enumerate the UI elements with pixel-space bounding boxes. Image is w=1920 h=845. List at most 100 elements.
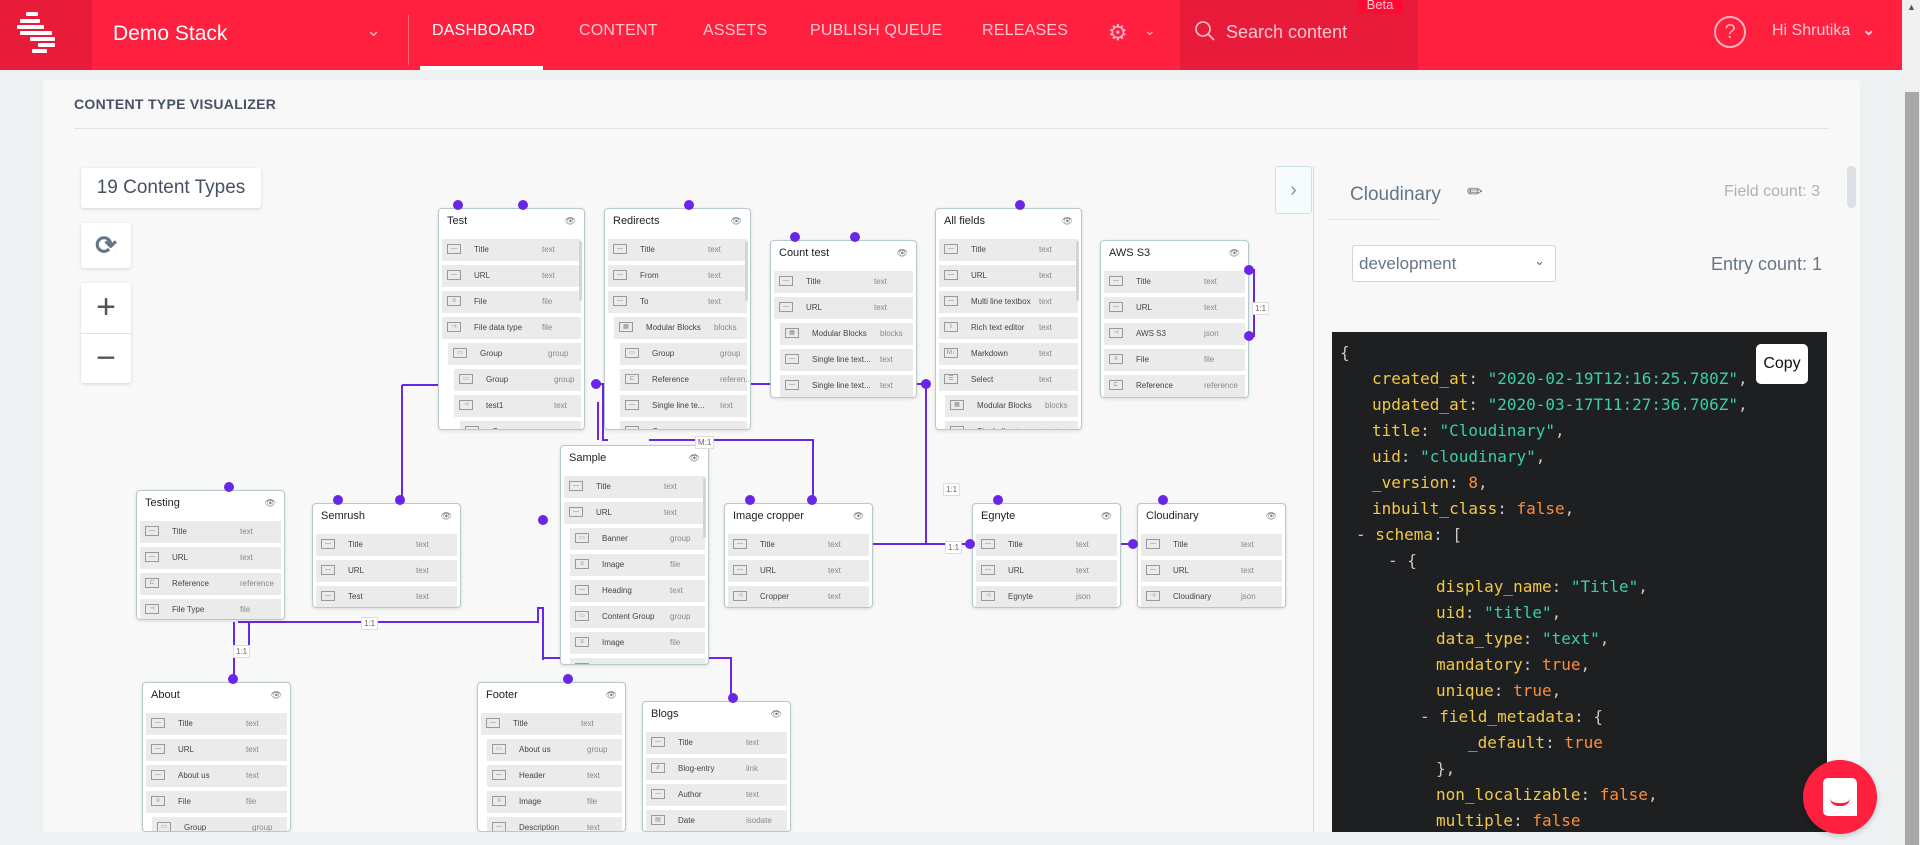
connector-dot[interactable]: [333, 495, 343, 505]
connector-dot[interactable]: [1128, 539, 1138, 549]
field-row[interactable]: —Titletext: [608, 239, 747, 261]
field-row[interactable]: ⊣ test1 text: [454, 395, 581, 417]
content-type-node[interactable]: Count test 👁 — Title text — URL text ▦ Modular Bl…: [770, 240, 917, 398]
eye-icon[interactable]: 👁: [689, 453, 700, 464]
field-row[interactable]: ▭Groupgroup: [460, 421, 581, 429]
field-row[interactable]: ≡ Image file: [570, 632, 705, 654]
field-row[interactable]: — URL text: [146, 739, 287, 761]
content-type-node[interactable]: Footer 👁 — Title text ▭ About us group — Header te…: [477, 682, 626, 832]
connector-dot[interactable]: [453, 200, 463, 210]
node-scrollbar[interactable]: [1076, 241, 1079, 301]
user-greeting[interactable]: Hi Shrutika: [1772, 22, 1850, 40]
content-type-node[interactable]: Redirects 👁 — Title text — From text — To text ▦ Mod…: [604, 208, 751, 430]
field-row[interactable]: — Multi line textbox text: [939, 291, 1078, 313]
content-type-node[interactable]: Semrush 👁 — Title text — URL text — Test text: [312, 503, 461, 608]
field-row[interactable]: — To text: [608, 291, 747, 313]
connector-dot[interactable]: [1244, 331, 1254, 341]
content-type-node[interactable]: Sample 👁 — Title text — URL text ▭ Banner group ≡ Im…: [560, 445, 709, 665]
connector-dot[interactable]: [850, 232, 860, 242]
connector-dot[interactable]: [965, 539, 975, 549]
connector-dot[interactable]: [395, 495, 405, 505]
field-row[interactable]: — URL text: [774, 297, 913, 319]
field-row[interactable]: ∂ Blog-entry link: [646, 758, 787, 780]
eye-icon[interactable]: 👁: [853, 511, 864, 522]
connector-dot[interactable]: [591, 379, 601, 389]
field-row[interactable]: ▭Groupgroup: [454, 369, 581, 391]
user-menu-chevron-icon[interactable]: ⌄: [1862, 20, 1875, 40]
field-row[interactable]: ⊣ Cropper text: [728, 586, 869, 607]
field-row[interactable]: — From text: [608, 265, 747, 287]
field-row[interactable]: ▭ Banner group: [570, 528, 705, 550]
field-row[interactable]: — URL text: [316, 560, 457, 582]
copy-button[interactable]: Copy: [1756, 344, 1808, 384]
field-row[interactable]: —Titletext: [1141, 534, 1282, 556]
field-row[interactable]: — Heading text: [570, 580, 705, 602]
field-row[interactable]: —Titletext: [570, 658, 705, 664]
field-row[interactable]: ≡ Image file: [487, 791, 622, 813]
field-row[interactable]: — Single line te... text: [620, 395, 747, 417]
field-row[interactable]: —Titletext: [976, 534, 1117, 556]
field-row[interactable]: ▭Groupgroup: [448, 343, 581, 365]
field-row[interactable]: —Single line tex...text: [945, 421, 1078, 429]
scroll-up-arrow-icon[interactable]: ▲: [1907, 2, 1916, 12]
field-row[interactable]: —Titletext: [140, 521, 281, 543]
field-row[interactable]: — URL text: [976, 560, 1117, 582]
connector-dot[interactable]: [518, 200, 528, 210]
content-type-node[interactable]: Image cropper 👁 — Title text — URL text ⊣ Cropper…: [724, 503, 873, 608]
connector-dot[interactable]: [1015, 200, 1025, 210]
eye-icon[interactable]: 👁: [897, 248, 908, 259]
field-row[interactable]: — URL text: [728, 560, 869, 582]
edit-pencil-icon[interactable]: ✏: [1467, 181, 1483, 204]
field-row[interactable]: ≡ File file: [1104, 349, 1245, 371]
settings-gear-icon[interactable]: ⚙: [1108, 20, 1128, 46]
field-row[interactable]: ⊣ File data type file: [442, 317, 581, 339]
field-row[interactable]: ▦ Modular Blocks blocks: [614, 317, 747, 339]
connector-dot[interactable]: [921, 379, 931, 389]
connector-dot[interactable]: [684, 200, 694, 210]
eye-icon[interactable]: 👁: [1062, 216, 1073, 227]
field-row[interactable]: ⊏ Reference referen...: [620, 369, 750, 391]
field-row[interactable]: ⊣ Egnyte json: [976, 586, 1117, 607]
field-row[interactable]: ⊏ Reference reference: [140, 573, 281, 595]
eye-icon[interactable]: 👁: [441, 511, 452, 522]
content-type-node[interactable]: Cloudinary 👁 — Title text — URL text ⊣ Cloudinary…: [1137, 503, 1286, 608]
nav-dashboard[interactable]: DASHBOARD: [432, 22, 535, 40]
field-row[interactable]: — URL text: [1141, 560, 1282, 582]
eye-icon[interactable]: 👁: [265, 498, 276, 509]
field-row[interactable]: — URL text: [939, 265, 1078, 287]
field-row[interactable]: —Titletext: [442, 239, 581, 261]
scrollbar-thumb[interactable]: [1905, 92, 1919, 845]
field-row[interactable]: ▭ Content Group group: [570, 606, 705, 628]
field-row[interactable]: — Header text: [487, 765, 622, 787]
field-row[interactable]: ⊏ Reference reference: [1104, 375, 1245, 397]
contentstack-logo[interactable]: [0, 0, 92, 70]
connector-dot[interactable]: [993, 495, 1003, 505]
eye-icon[interactable]: 👁: [271, 690, 282, 701]
refresh-button[interactable]: ⟳: [81, 223, 131, 268]
field-row[interactable]: ▦ Modular Blocks blocks: [780, 323, 913, 345]
nav-releases[interactable]: RELEASES: [982, 22, 1068, 40]
connector-dot[interactable]: [1244, 265, 1254, 275]
field-row[interactable]: — Author text: [646, 784, 787, 806]
content-type-node[interactable]: Egnyte 👁 — Title text — URL text ⊣ Egnyte json: [972, 503, 1121, 608]
content-type-node[interactable]: Blogs 👁 — Title text ∂ Blog-entry link — Author te…: [642, 701, 791, 832]
nav-publish-queue[interactable]: PUBLISH QUEUE: [810, 22, 942, 40]
field-row[interactable]: — URL text: [442, 265, 581, 287]
field-row[interactable]: ▤ Date isodate: [646, 810, 787, 831]
content-type-node[interactable]: Test 👁 — Title text — URL text ≡ File file ⊣ File da…: [438, 208, 585, 430]
field-row[interactable]: ⊣ File Type file: [140, 599, 281, 619]
schema-json-viewer[interactable]: {created_at: "2020-02-19T12:16:25.780Z",…: [1332, 332, 1827, 832]
connector-dot[interactable]: [790, 232, 800, 242]
field-row[interactable]: —Titletext: [1104, 271, 1245, 293]
connector-dot[interactable]: [728, 693, 738, 703]
connector-dot[interactable]: [745, 495, 755, 505]
connector-dot[interactable]: [224, 482, 234, 492]
stack-switcher-chevron-icon[interactable]: ⌄: [366, 20, 381, 41]
node-scrollbar[interactable]: [703, 478, 706, 538]
field-row[interactable]: — About us text: [146, 765, 287, 787]
field-row[interactable]: —Titletext: [146, 713, 287, 735]
collapse-panel-button[interactable]: ›: [1275, 166, 1312, 214]
content-type-node[interactable]: Testing 👁 — Title text — URL text ⊏ Reference refe…: [136, 490, 285, 620]
zoom-in-button[interactable]: +: [81, 283, 131, 333]
field-row[interactable]: I Rich text editor text: [939, 317, 1078, 339]
